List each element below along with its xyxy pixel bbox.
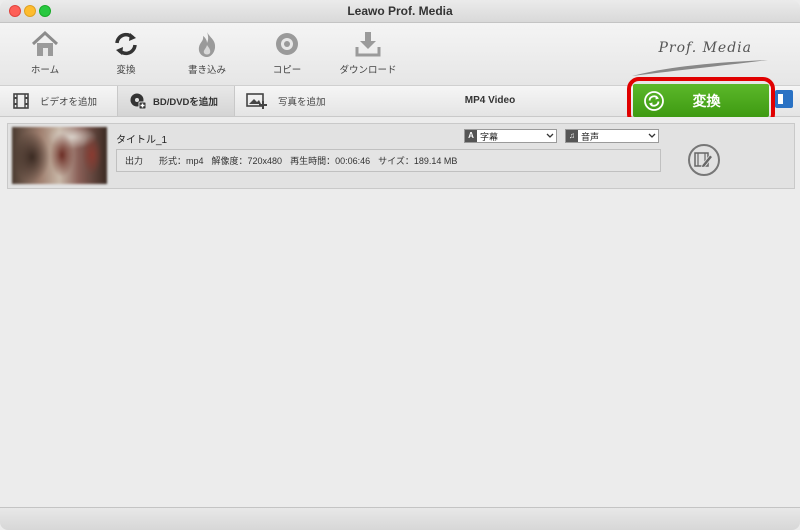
toolbar-burn[interactable]: 書き込み <box>167 29 247 76</box>
audio-select[interactable]: ♫ 音声 <box>565 129 659 143</box>
toolbar-download[interactable]: ダウンロード <box>328 29 408 76</box>
add-bd-dvd-button[interactable]: BD/DVDを追加 <box>117 86 235 116</box>
music-note-icon: ♫ <box>566 130 578 142</box>
toolbar-convert[interactable]: 変換 <box>86 29 166 76</box>
convert-icon <box>115 32 137 56</box>
toolbar-home[interactable]: ホーム <box>5 29 85 76</box>
toolbar-convert-label: 変換 <box>116 65 136 76</box>
burn-icon <box>198 32 216 57</box>
toolbar-download-label: ダウンロード <box>339 65 397 76</box>
add-bd-dvd-label: BD/DVDを追加 <box>153 97 218 108</box>
output-label: 出力 <box>125 156 144 166</box>
add-video-button[interactable]: ビデオを追加 <box>12 86 97 116</box>
resolution-info: 解像度：720x480 <box>211 156 283 166</box>
size-info: サイズ：189.14 MB <box>378 156 458 166</box>
file-list-item[interactable]: タイトル_1 A 字幕 ♫ 音声 出力 形式：mp4 解像度：720x480 再… <box>7 123 795 189</box>
brand-swoosh-icon <box>632 60 768 76</box>
download-icon <box>355 32 381 57</box>
title-bar: Leawo Prof. Media <box>0 0 800 23</box>
edit-video-icon <box>694 152 714 168</box>
output-format-selector[interactable]: MP4 Video <box>430 95 550 106</box>
output-info-box: 出力 形式：mp4 解像度：720x480 再生時間：00:06:46 サイズ：… <box>116 149 661 172</box>
subtitle-select[interactable]: A 字幕 <box>464 129 557 143</box>
film-strip-icon <box>13 93 29 109</box>
audio-select-value: 音声 <box>581 131 600 142</box>
copy-disc-icon <box>276 33 298 55</box>
toolbar-burn-label: 書き込み <box>187 65 226 76</box>
edit-video-button[interactable] <box>688 144 720 176</box>
add-photo-button[interactable]: 写真を追加 <box>246 86 326 116</box>
toolbar-copy[interactable]: コピー <box>247 29 327 76</box>
status-bar <box>0 507 800 530</box>
subtitle-select-value: 字幕 <box>480 131 499 142</box>
duration-info: 再生時間：00:06:46 <box>290 156 371 166</box>
brand-logo: Prof. Media <box>658 40 752 56</box>
add-photo-label: 写真を追加 <box>278 97 326 108</box>
home-icon <box>31 30 59 56</box>
item-title: タイトル_1 <box>116 135 168 146</box>
toolbar-home-label: ホーム <box>30 65 60 76</box>
app-window: Leawo Prof. Media ホーム 変換 書き込み コピー ダウンロード… <box>0 0 800 530</box>
panel-toggle-icon[interactable] <box>775 90 793 108</box>
toolbar-copy-label: コピー <box>272 65 302 76</box>
disc-add-icon <box>130 93 147 110</box>
chevron-down-icon <box>646 131 658 141</box>
chevron-down-icon <box>544 131 556 141</box>
video-thumbnail <box>12 127 107 184</box>
file-list-area: タイトル_1 A 字幕 ♫ 音声 出力 形式：mp4 解像度：720x480 再… <box>0 117 800 507</box>
format-info: 形式：mp4 <box>159 156 204 166</box>
add-video-label: ビデオを追加 <box>40 97 98 108</box>
window-title: Leawo Prof. Media <box>347 4 453 18</box>
subtitle-icon: A <box>465 130 477 142</box>
photo-add-icon <box>246 93 267 109</box>
